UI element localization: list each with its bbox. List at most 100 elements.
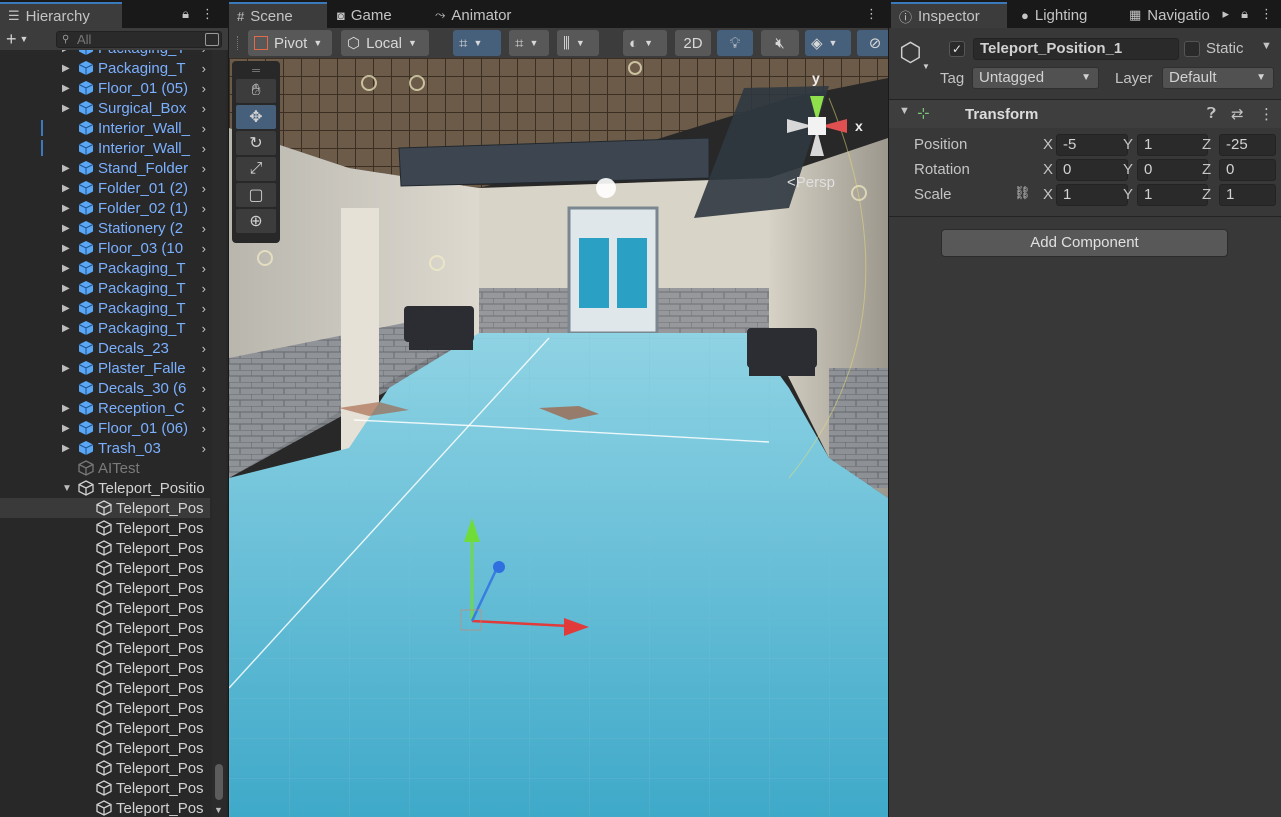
more-menu-icon[interactable]: ⋮ [201, 6, 214, 22]
prefab-open-icon[interactable]: › [202, 441, 206, 456]
tab-inspector[interactable]: ⓘ Inspector [891, 2, 1007, 28]
scale-y-field[interactable]: 1 [1137, 184, 1208, 206]
hierarchy-child-item[interactable]: Teleport_Pos [0, 718, 210, 738]
rotation-y-field[interactable]: 0 [1137, 159, 1208, 181]
hierarchy-item[interactable]: ▶ Stationery (2 › [0, 218, 210, 238]
tag-dropdown[interactable]: Untagged ▼ [972, 67, 1099, 89]
tab-overflow-icon[interactable]: ▸ [1223, 6, 1230, 22]
scale-x-field[interactable]: 1 [1056, 184, 1128, 206]
tab-hierarchy[interactable]: ☰ Hierarchy [0, 2, 122, 28]
palette-grip-icon[interactable]: ═ [236, 65, 276, 77]
prefab-open-icon[interactable]: › [202, 181, 206, 196]
prefab-open-icon[interactable]: › [202, 361, 206, 376]
rotation-z-field[interactable]: 0 [1219, 159, 1276, 181]
hierarchy-item[interactable]: ▶Packaging_T› [0, 318, 210, 338]
hierarchy-child-item[interactable]: Teleport_Pos [0, 778, 210, 798]
hierarchy-child-item[interactable]: Teleport_Pos [0, 538, 210, 558]
effects-toggle[interactable]: ◈ ▼ [805, 30, 851, 56]
prefab-open-icon[interactable]: › [202, 101, 206, 116]
more-menu-icon[interactable]: ⋮ [865, 6, 878, 22]
prefab-open-icon[interactable]: › [202, 201, 206, 216]
hierarchy-child-item[interactable]: Teleport_Pos [0, 658, 210, 678]
help-icon[interactable]: ❓︎ [1207, 105, 1216, 122]
prefab-open-icon[interactable]: › [202, 221, 206, 236]
expand-right-icon[interactable]: ▶ [62, 363, 72, 374]
mode-2d-toggle[interactable]: 2D [675, 30, 711, 56]
expand-right-icon[interactable]: ▶ [62, 103, 72, 114]
hierarchy-item[interactable]: Interior_Wall_ › [0, 138, 210, 158]
prefab-open-icon[interactable]: › [202, 381, 206, 396]
expand-right-icon[interactable]: ▶ [62, 50, 72, 54]
tab-game[interactable]: ◙ Game [329, 2, 400, 28]
scroll-down-icon[interactable]: ▼ [214, 805, 223, 815]
tab-scene[interactable]: # Scene [229, 2, 327, 28]
hierarchy-child-item[interactable]: Teleport_Pos [0, 638, 210, 658]
foldout-arrow-icon[interactable]: ▼ [899, 105, 910, 117]
more-menu-icon[interactable]: ⋮ [1260, 6, 1273, 22]
expand-right-icon[interactable]: ▶ [62, 63, 72, 74]
constrain-proportions-icon[interactable]: ⛓ [1014, 185, 1031, 201]
local-dropdown[interactable]: ⬡ Local ▼ [341, 30, 429, 56]
prefab-open-icon[interactable]: › [202, 261, 206, 276]
hierarchy-item[interactable]: ▶ Plaster_Falle › [0, 358, 210, 378]
hierarchy-item[interactable]: Interior_Wall_ › [0, 118, 210, 138]
hierarchy-child-item[interactable]: Teleport_Pos [0, 738, 210, 758]
hierarchy-item[interactable]: ▶ Floor_01 (06) › [0, 418, 210, 438]
icon-dropdown-icon[interactable]: ▼ [922, 62, 930, 71]
persp-toggle[interactable]: <Persp [787, 174, 835, 191]
presets-icon[interactable]: ⇄ [1231, 105, 1244, 123]
hierarchy-item[interactable]: ▶ Floor_03 (10 › [0, 238, 210, 258]
position-x-field[interactable]: -5 [1056, 134, 1128, 156]
expand-right-icon[interactable]: ▶ [62, 323, 72, 334]
hand-tool-icon[interactable]: ✋︎ [236, 79, 276, 103]
prefab-open-icon[interactable]: › [202, 321, 206, 336]
prefab-open-icon[interactable]: › [202, 241, 206, 256]
visibility-toggle[interactable]: ⊘ [857, 30, 888, 56]
position-z-field[interactable]: -25 [1219, 134, 1276, 156]
hierarchy-item[interactable]: ▶ Floor_01 (05) › [0, 78, 210, 98]
rotate-tool-icon[interactable]: ↻ [236, 131, 276, 155]
static-dropdown-icon[interactable]: ▼ [1261, 40, 1272, 52]
lighting-toggle[interactable]: 💡︎ [717, 30, 753, 56]
tab-animator[interactable]: ⤳ Animator [427, 2, 519, 28]
hierarchy-item[interactable]: Decals_30 (6 › [0, 378, 210, 398]
expand-right-icon[interactable]: ▶ [62, 283, 72, 294]
static-checkbox[interactable] [1184, 41, 1200, 57]
prefab-open-icon[interactable]: › [202, 61, 206, 76]
hierarchy-child-item[interactable]: Teleport_Pos [0, 498, 210, 518]
hierarchy-search-input[interactable]: ⚲ All [56, 31, 222, 48]
hierarchy-child-item[interactable]: Teleport_Pos [0, 518, 210, 538]
prefab-open-icon[interactable]: › [202, 401, 206, 416]
prefab-open-icon[interactable]: › [202, 121, 206, 136]
expand-right-icon[interactable]: ▶ [62, 223, 72, 234]
prefab-open-icon[interactable]: › [202, 141, 206, 156]
hierarchy-child-item[interactable]: Teleport_Pos [0, 798, 210, 817]
prefab-open-icon[interactable]: › [202, 50, 206, 56]
hierarchy-child-item[interactable]: Teleport_Pos [0, 618, 210, 638]
scene-viewport[interactable]: ═ ✋︎ ✥ ↻ ⤢ ▢ ⊕ y x <Persp [229, 58, 888, 817]
hierarchy-item[interactable]: ▶Packaging_T› [0, 50, 210, 58]
transform-header[interactable]: ▼ ⊹ Transform ❓︎ ⇄ ⋮ [889, 100, 1281, 128]
hierarchy-item[interactable]: ▶ Folder_01 (2) › [0, 178, 210, 198]
hierarchy-child-item[interactable]: Teleport_Pos [0, 678, 210, 698]
component-menu-icon[interactable]: ⋮ [1259, 105, 1274, 123]
expand-right-icon[interactable]: ▶ [62, 403, 72, 414]
hierarchy-item[interactable]: ▶Packaging_T› [0, 278, 210, 298]
rotation-x-field[interactable]: 0 [1056, 159, 1128, 181]
expand-right-icon[interactable]: ▶ [62, 83, 72, 94]
audio-toggle[interactable]: 🔇︎ [761, 30, 799, 56]
expand-right-icon[interactable]: ▶ [62, 423, 72, 434]
expand-right-icon[interactable]: ▶ [62, 203, 72, 214]
hierarchy-item[interactable]: ▶ Trash_03 › [0, 438, 210, 458]
hierarchy-item[interactable]: ▶Packaging_T› [0, 298, 210, 318]
scale-tool-icon[interactable]: ⤢ [236, 157, 276, 181]
tab-navigation[interactable]: ▦ Navigatio [1121, 2, 1221, 28]
expand-down-icon[interactable]: ▼ [62, 483, 72, 494]
expand-right-icon[interactable]: ▶ [62, 183, 72, 194]
position-y-field[interactable]: 1 [1137, 134, 1208, 156]
hierarchy-item[interactable]: ▶ Folder_02 (1) › [0, 198, 210, 218]
scene-filter-icon[interactable] [205, 33, 219, 46]
hierarchy-child-item[interactable]: Teleport_Pos [0, 698, 210, 718]
add-object-button[interactable]: + ▼ [6, 29, 42, 50]
prefab-open-icon[interactable]: › [202, 281, 206, 296]
